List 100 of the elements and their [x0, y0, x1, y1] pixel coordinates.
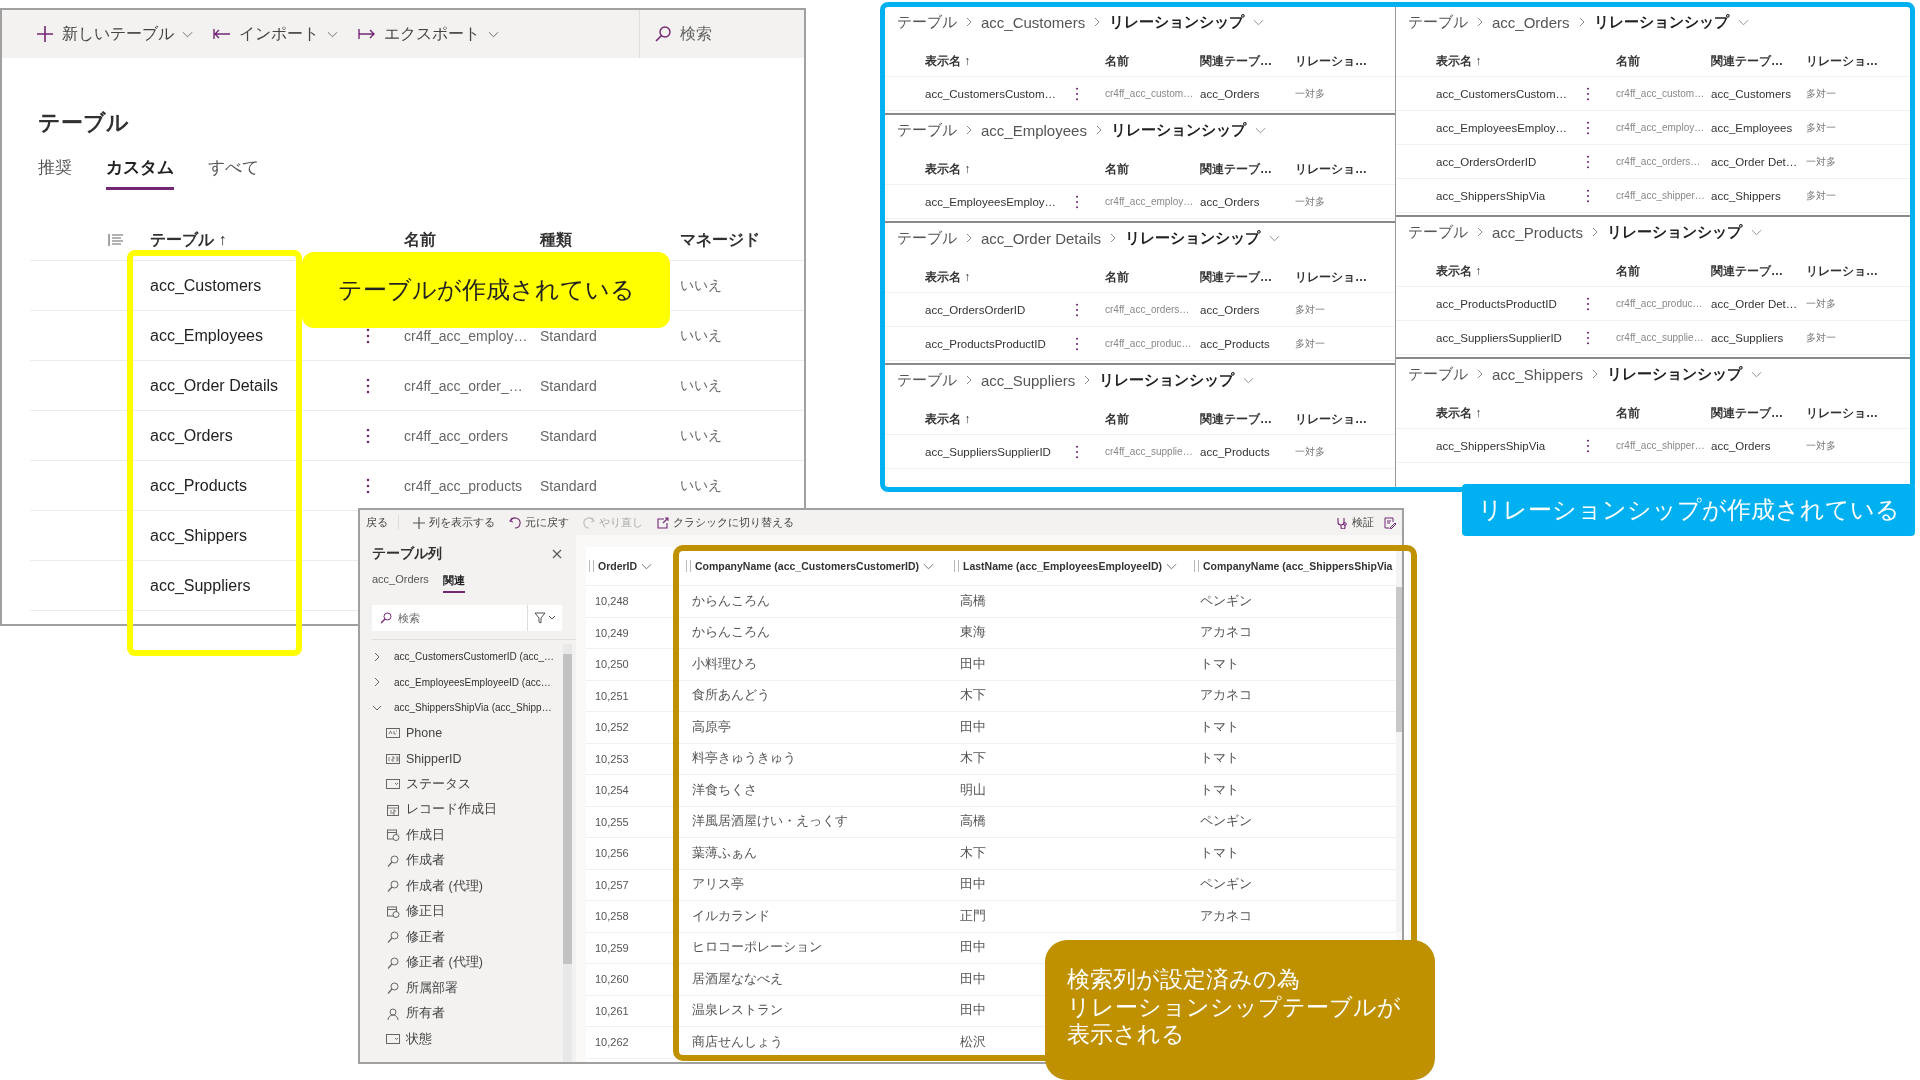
column-item[interactable]: 作成者: [406, 852, 445, 870]
more-icon[interactable]: [1075, 86, 1079, 101]
column-item[interactable]: 作成日: [406, 826, 445, 844]
column-header[interactable]: 名前: [1105, 53, 1200, 70]
column-header[interactable]: OrderID: [586, 560, 653, 572]
list-icon[interactable]: [108, 233, 124, 247]
breadcrumb-link[interactable]: テーブル: [897, 120, 957, 140]
breadcrumb-current[interactable]: リレーションシップ: [1099, 370, 1235, 390]
breadcrumb-link[interactable]: テーブル: [897, 370, 957, 390]
table-name-cell[interactable]: acc_Customers: [150, 276, 262, 295]
column-header[interactable]: 関連テーブ…: [1200, 53, 1295, 70]
relationship-name-cell[interactable]: acc_ProductsProductID: [1436, 297, 1586, 310]
column-header[interactable]: リレーショ…: [1806, 53, 1910, 70]
column-header[interactable]: 名前: [1616, 263, 1711, 280]
column-header[interactable]: 関連テーブ…: [1200, 411, 1295, 428]
column-item[interactable]: 作成者 (代理): [406, 877, 483, 895]
column-header[interactable]: 表示名 ↑: [1436, 53, 1616, 70]
toolbar-button[interactable]: 戻る: [366, 515, 399, 530]
relationship-name-cell[interactable]: acc_SuppliersSupplierID: [925, 445, 1075, 458]
column-header[interactable]: リレーショ…: [1806, 263, 1910, 280]
more-icon[interactable]: [1075, 336, 1079, 351]
tree-item[interactable]: acc_EmployeesEmployeeID (acc…: [394, 676, 551, 688]
more-icon[interactable]: [1586, 188, 1590, 203]
tab[interactable]: すべて: [208, 156, 259, 190]
table-name-cell[interactable]: acc_Orders: [150, 426, 233, 445]
table-name-cell[interactable]: acc_Shippers: [150, 526, 247, 545]
export-button[interactable]: エクスポート: [350, 17, 507, 51]
breadcrumb-current[interactable]: リレーションシップ: [1110, 120, 1246, 140]
table-name-cell[interactable]: acc_Order Details: [150, 376, 279, 395]
column-header[interactable]: マネージド: [680, 229, 760, 251]
more-icon[interactable]: [366, 477, 370, 494]
breadcrumb-link[interactable]: テーブル: [1408, 12, 1468, 32]
breadcrumb-current[interactable]: リレーションシップ: [1593, 12, 1729, 32]
column-header[interactable]: 関連テーブ…: [1200, 269, 1295, 286]
toolbar-button[interactable]: クラシックに切り替える: [657, 515, 794, 530]
relationship-name-cell[interactable]: acc_OrdersOrderID: [925, 303, 1075, 316]
column-header[interactable]: 関連テーブ…: [1711, 405, 1806, 422]
column-header[interactable]: リレーショ…: [1295, 269, 1395, 286]
column-item[interactable]: ステータス: [406, 775, 471, 793]
relationship-name-cell[interactable]: acc_ProductsProductID: [925, 337, 1075, 350]
relationship-name-cell[interactable]: acc_EmployeesEmploy…: [1436, 121, 1586, 134]
check-button[interactable]: 検証: [1336, 515, 1374, 530]
more-icon[interactable]: [366, 327, 370, 344]
tree-item[interactable]: acc_ShippersShipVia (acc_Shipp…: [394, 702, 552, 714]
breadcrumb-link[interactable]: acc_Shippers: [1492, 365, 1583, 383]
column-header[interactable]: 名前: [404, 229, 436, 251]
more-icon[interactable]: [366, 427, 370, 444]
column-header[interactable]: 表示名 ↑: [1436, 263, 1616, 280]
column-header[interactable]: 関連テーブ…: [1200, 161, 1295, 178]
relationship-name-cell[interactable]: acc_CustomersCustom…: [1436, 87, 1586, 100]
search-field[interactable]: 検索: [372, 605, 562, 631]
close-icon[interactable]: [552, 549, 562, 559]
column-header[interactable]: 表示名 ↑: [925, 53, 1105, 70]
more-icon[interactable]: [1586, 154, 1590, 169]
breadcrumb-link[interactable]: acc_Employees: [981, 121, 1087, 139]
column-header[interactable]: 名前: [1105, 411, 1200, 428]
column-item[interactable]: 修正者: [406, 928, 445, 946]
column-header[interactable]: LastName (acc_EmployeesEmployeeID): [951, 560, 1177, 572]
breadcrumb-link[interactable]: acc_Orders: [1492, 13, 1570, 31]
breadcrumb-link[interactable]: acc_Products: [1492, 223, 1583, 241]
search-field[interactable]: 検索: [639, 10, 804, 58]
more-icon[interactable]: [1586, 86, 1590, 101]
more-icon[interactable]: [366, 377, 370, 394]
column-header[interactable]: 名前: [1105, 161, 1200, 178]
column-header[interactable]: 表示名 ↑: [925, 411, 1105, 428]
column-item[interactable]: レコード作成日: [406, 801, 497, 819]
table-name-cell[interactable]: acc_Suppliers: [150, 576, 251, 595]
breadcrumb-link[interactable]: acc_Order Details: [981, 229, 1102, 247]
breadcrumb-link[interactable]: テーブル: [1408, 364, 1468, 384]
filter-icon[interactable]: [534, 612, 556, 624]
column-header[interactable]: 関連テーブ…: [1711, 53, 1806, 70]
more-icon[interactable]: [1075, 444, 1079, 459]
column-header[interactable]: リレーショ…: [1295, 411, 1395, 428]
relationship-name-cell[interactable]: acc_CustomersCustom…: [925, 87, 1075, 100]
more-icon[interactable]: [1586, 296, 1590, 311]
breadcrumb-link[interactable]: テーブル: [897, 12, 957, 32]
more-icon[interactable]: [1586, 120, 1590, 135]
breadcrumb-current[interactable]: リレーションシップ: [1109, 12, 1245, 32]
column-header[interactable]: リレーショ…: [1806, 405, 1910, 422]
edit-button[interactable]: [1384, 515, 1396, 530]
new-table-button[interactable]: 新しいテーブル: [28, 17, 201, 51]
column-header[interactable]: テーブル ↑: [150, 229, 227, 251]
column-header[interactable]: 種類: [540, 229, 572, 251]
more-icon[interactable]: [1075, 194, 1079, 209]
column-item[interactable]: 状態: [406, 1030, 432, 1048]
column-item[interactable]: 修正日: [406, 903, 445, 921]
breadcrumb-link[interactable]: acc_Suppliers: [981, 371, 1076, 389]
toolbar-button[interactable]: 列を表示する: [413, 515, 495, 530]
column-header[interactable]: 名前: [1616, 53, 1711, 70]
relationship-name-cell[interactable]: acc_OrdersOrderID: [1436, 155, 1586, 168]
breadcrumb-link[interactable]: テーブル: [1408, 222, 1468, 242]
tab[interactable]: 推奨: [38, 156, 72, 190]
more-icon[interactable]: [1586, 438, 1590, 453]
column-header[interactable]: 名前: [1105, 269, 1200, 286]
column-header[interactable]: 関連テーブ…: [1711, 263, 1806, 280]
chevron-right-icon[interactable]: [372, 651, 382, 662]
relationship-name-cell[interactable]: acc_ShippersShipVia: [1436, 439, 1586, 452]
tab[interactable]: 関連: [442, 573, 465, 593]
tab[interactable]: acc_Orders: [372, 573, 429, 593]
column-header[interactable]: CompanyName (acc_ShippersShipVia: [1191, 560, 1393, 572]
